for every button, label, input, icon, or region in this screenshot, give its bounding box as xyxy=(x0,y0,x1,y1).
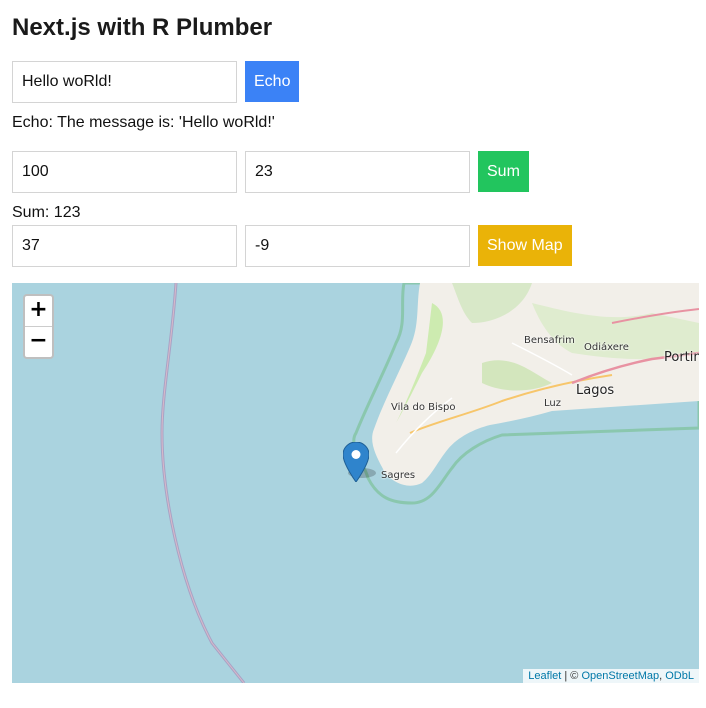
odbl-link[interactable]: ODbL xyxy=(665,670,694,682)
sum-result: Sum: 123 xyxy=(12,204,81,221)
place-lagos: Lagos xyxy=(576,383,615,398)
attribution-separator: | © xyxy=(561,670,582,682)
echo-button[interactable]: Echo xyxy=(245,61,300,102)
sum-b-input[interactable] xyxy=(245,151,470,193)
sum-button[interactable]: Sum xyxy=(478,151,529,192)
echo-message-input[interactable] xyxy=(12,61,237,103)
leaflet-link[interactable]: Leaflet xyxy=(528,670,561,682)
openstreetmap-link[interactable]: OpenStreetMap xyxy=(581,670,659,682)
map-pin-icon[interactable] xyxy=(343,442,369,482)
zoom-control: + − xyxy=(23,294,54,359)
page-title: Next.js with R Plumber xyxy=(12,14,273,41)
zoom-out-button[interactable]: − xyxy=(25,327,52,357)
place-sagres: Sagres xyxy=(381,470,416,481)
place-vila-do-bispo: Vila do Bispo xyxy=(391,402,456,413)
map-attribution: Leaflet | © OpenStreetMap, ODbL xyxy=(523,669,699,683)
place-portimao: Portim xyxy=(664,350,699,365)
show-map-button[interactable]: Show Map xyxy=(478,225,572,266)
longitude-input[interactable] xyxy=(245,225,470,267)
echo-result: Echo: The message is: 'Hello woRld!' xyxy=(12,114,275,131)
sum-a-input[interactable] xyxy=(12,151,237,193)
place-odiaxere: Odiáxere xyxy=(584,342,629,353)
map-view[interactable]: + − Bensafrim Odiáxere Portim Lagos Vila… xyxy=(12,283,699,683)
zoom-in-button[interactable]: + xyxy=(25,296,52,327)
latitude-input[interactable] xyxy=(12,225,237,267)
place-bensafrim: Bensafrim xyxy=(524,335,575,346)
place-luz: Luz xyxy=(544,398,561,409)
